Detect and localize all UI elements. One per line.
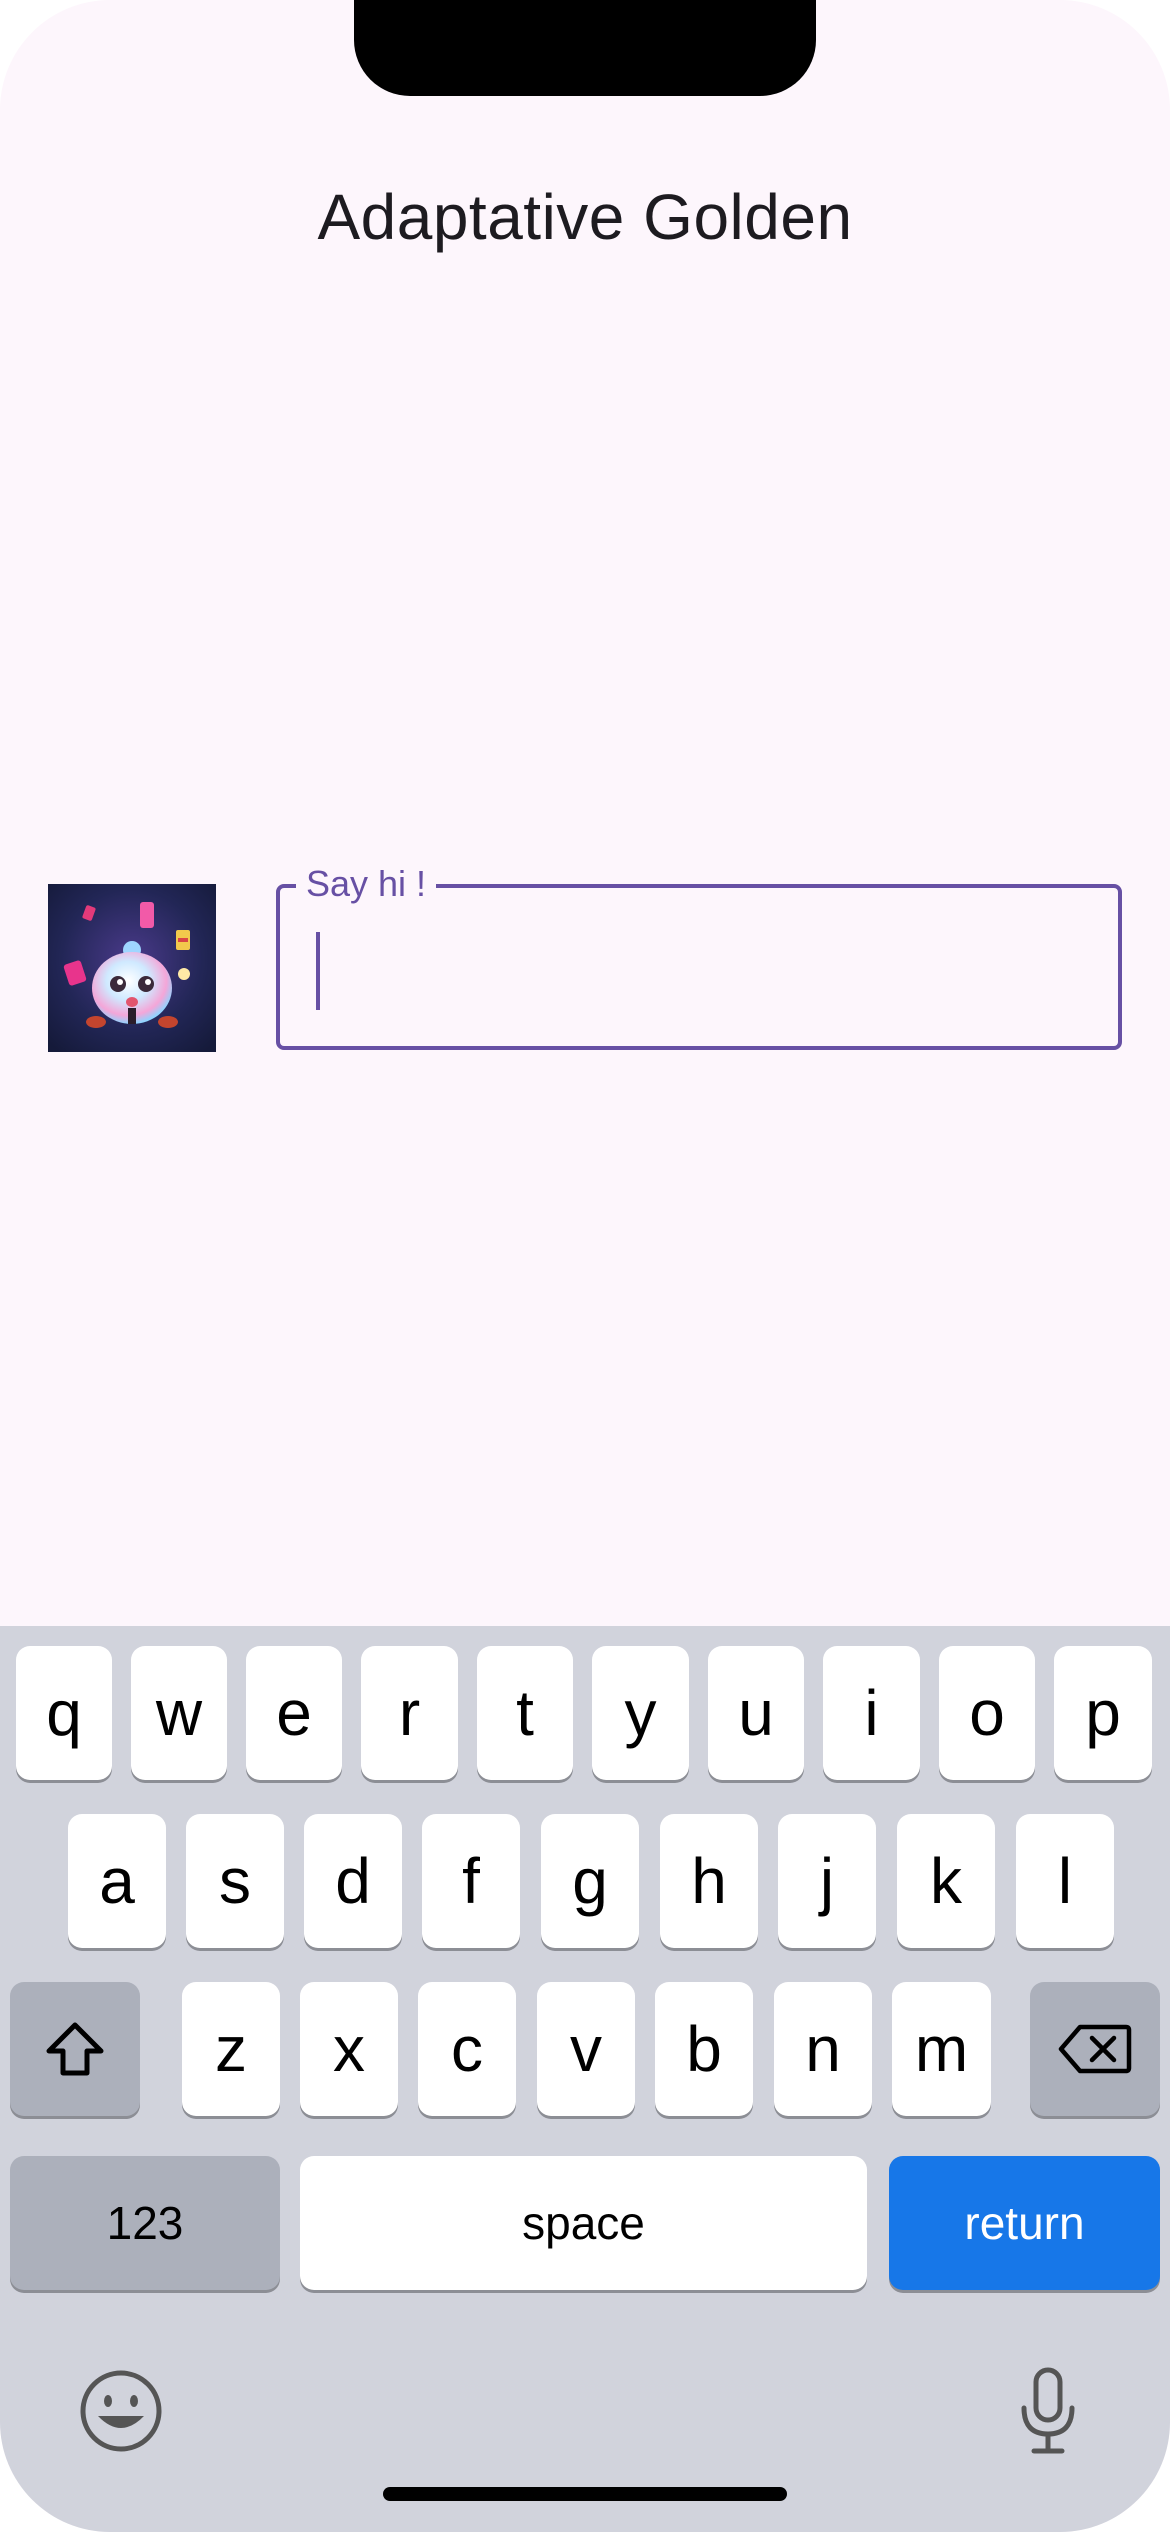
onscreen-keyboard: q w e r t y u i o p a s d f g h j k l z …	[0, 1626, 1170, 2532]
key-p[interactable]: p	[1054, 1646, 1152, 1780]
device-notch	[354, 0, 816, 96]
backspace-icon	[1058, 2024, 1132, 2074]
key-z[interactable]: z	[182, 1982, 280, 2116]
key-t[interactable]: t	[477, 1646, 573, 1780]
return-key[interactable]: return	[889, 2156, 1160, 2290]
shift-key[interactable]	[10, 1982, 140, 2116]
numbers-key[interactable]: 123	[10, 2156, 280, 2290]
key-a[interactable]: a	[68, 1814, 166, 1948]
key-i[interactable]: i	[823, 1646, 920, 1780]
text-caret	[316, 932, 320, 1010]
microphone-icon	[1021, 2367, 1075, 2454]
message-field[interactable]: Say hi !	[276, 862, 1122, 1050]
shift-icon	[46, 2022, 104, 2076]
phone-screen: Adaptative Golden Say hi ! q w e r t y u…	[0, 0, 1170, 2532]
key-f[interactable]: f	[422, 1814, 520, 1948]
emoji-icon	[80, 2370, 162, 2452]
emoji-button[interactable]	[78, 2368, 164, 2454]
key-q[interactable]: q	[16, 1646, 112, 1780]
key-l[interactable]: l	[1016, 1814, 1114, 1948]
key-v[interactable]: v	[537, 1982, 635, 2116]
microphone-button[interactable]	[1018, 2366, 1078, 2456]
backspace-key[interactable]	[1030, 1982, 1160, 2116]
key-s[interactable]: s	[186, 1814, 284, 1948]
key-y[interactable]: y	[592, 1646, 689, 1780]
message-field-label: Say hi !	[296, 862, 437, 906]
robot-avatar-icon	[48, 884, 216, 1052]
key-e[interactable]: e	[246, 1646, 342, 1780]
page-title: Adaptative Golden	[317, 181, 853, 253]
key-g[interactable]: g	[541, 1814, 639, 1948]
key-k[interactable]: k	[897, 1814, 995, 1948]
space-key[interactable]: space	[300, 2156, 867, 2290]
key-n[interactable]: n	[774, 1982, 872, 2116]
avatar	[48, 884, 216, 1052]
key-o[interactable]: o	[939, 1646, 1035, 1780]
key-x[interactable]: x	[300, 1982, 398, 2116]
home-indicator[interactable]	[383, 2487, 787, 2501]
key-u[interactable]: u	[708, 1646, 804, 1780]
key-b[interactable]: b	[655, 1982, 753, 2116]
key-r[interactable]: r	[361, 1646, 458, 1780]
key-w[interactable]: w	[131, 1646, 227, 1780]
key-m[interactable]: m	[892, 1982, 991, 2116]
key-h[interactable]: h	[660, 1814, 758, 1948]
key-d[interactable]: d	[304, 1814, 402, 1948]
key-j[interactable]: j	[778, 1814, 876, 1948]
key-c[interactable]: c	[418, 1982, 516, 2116]
